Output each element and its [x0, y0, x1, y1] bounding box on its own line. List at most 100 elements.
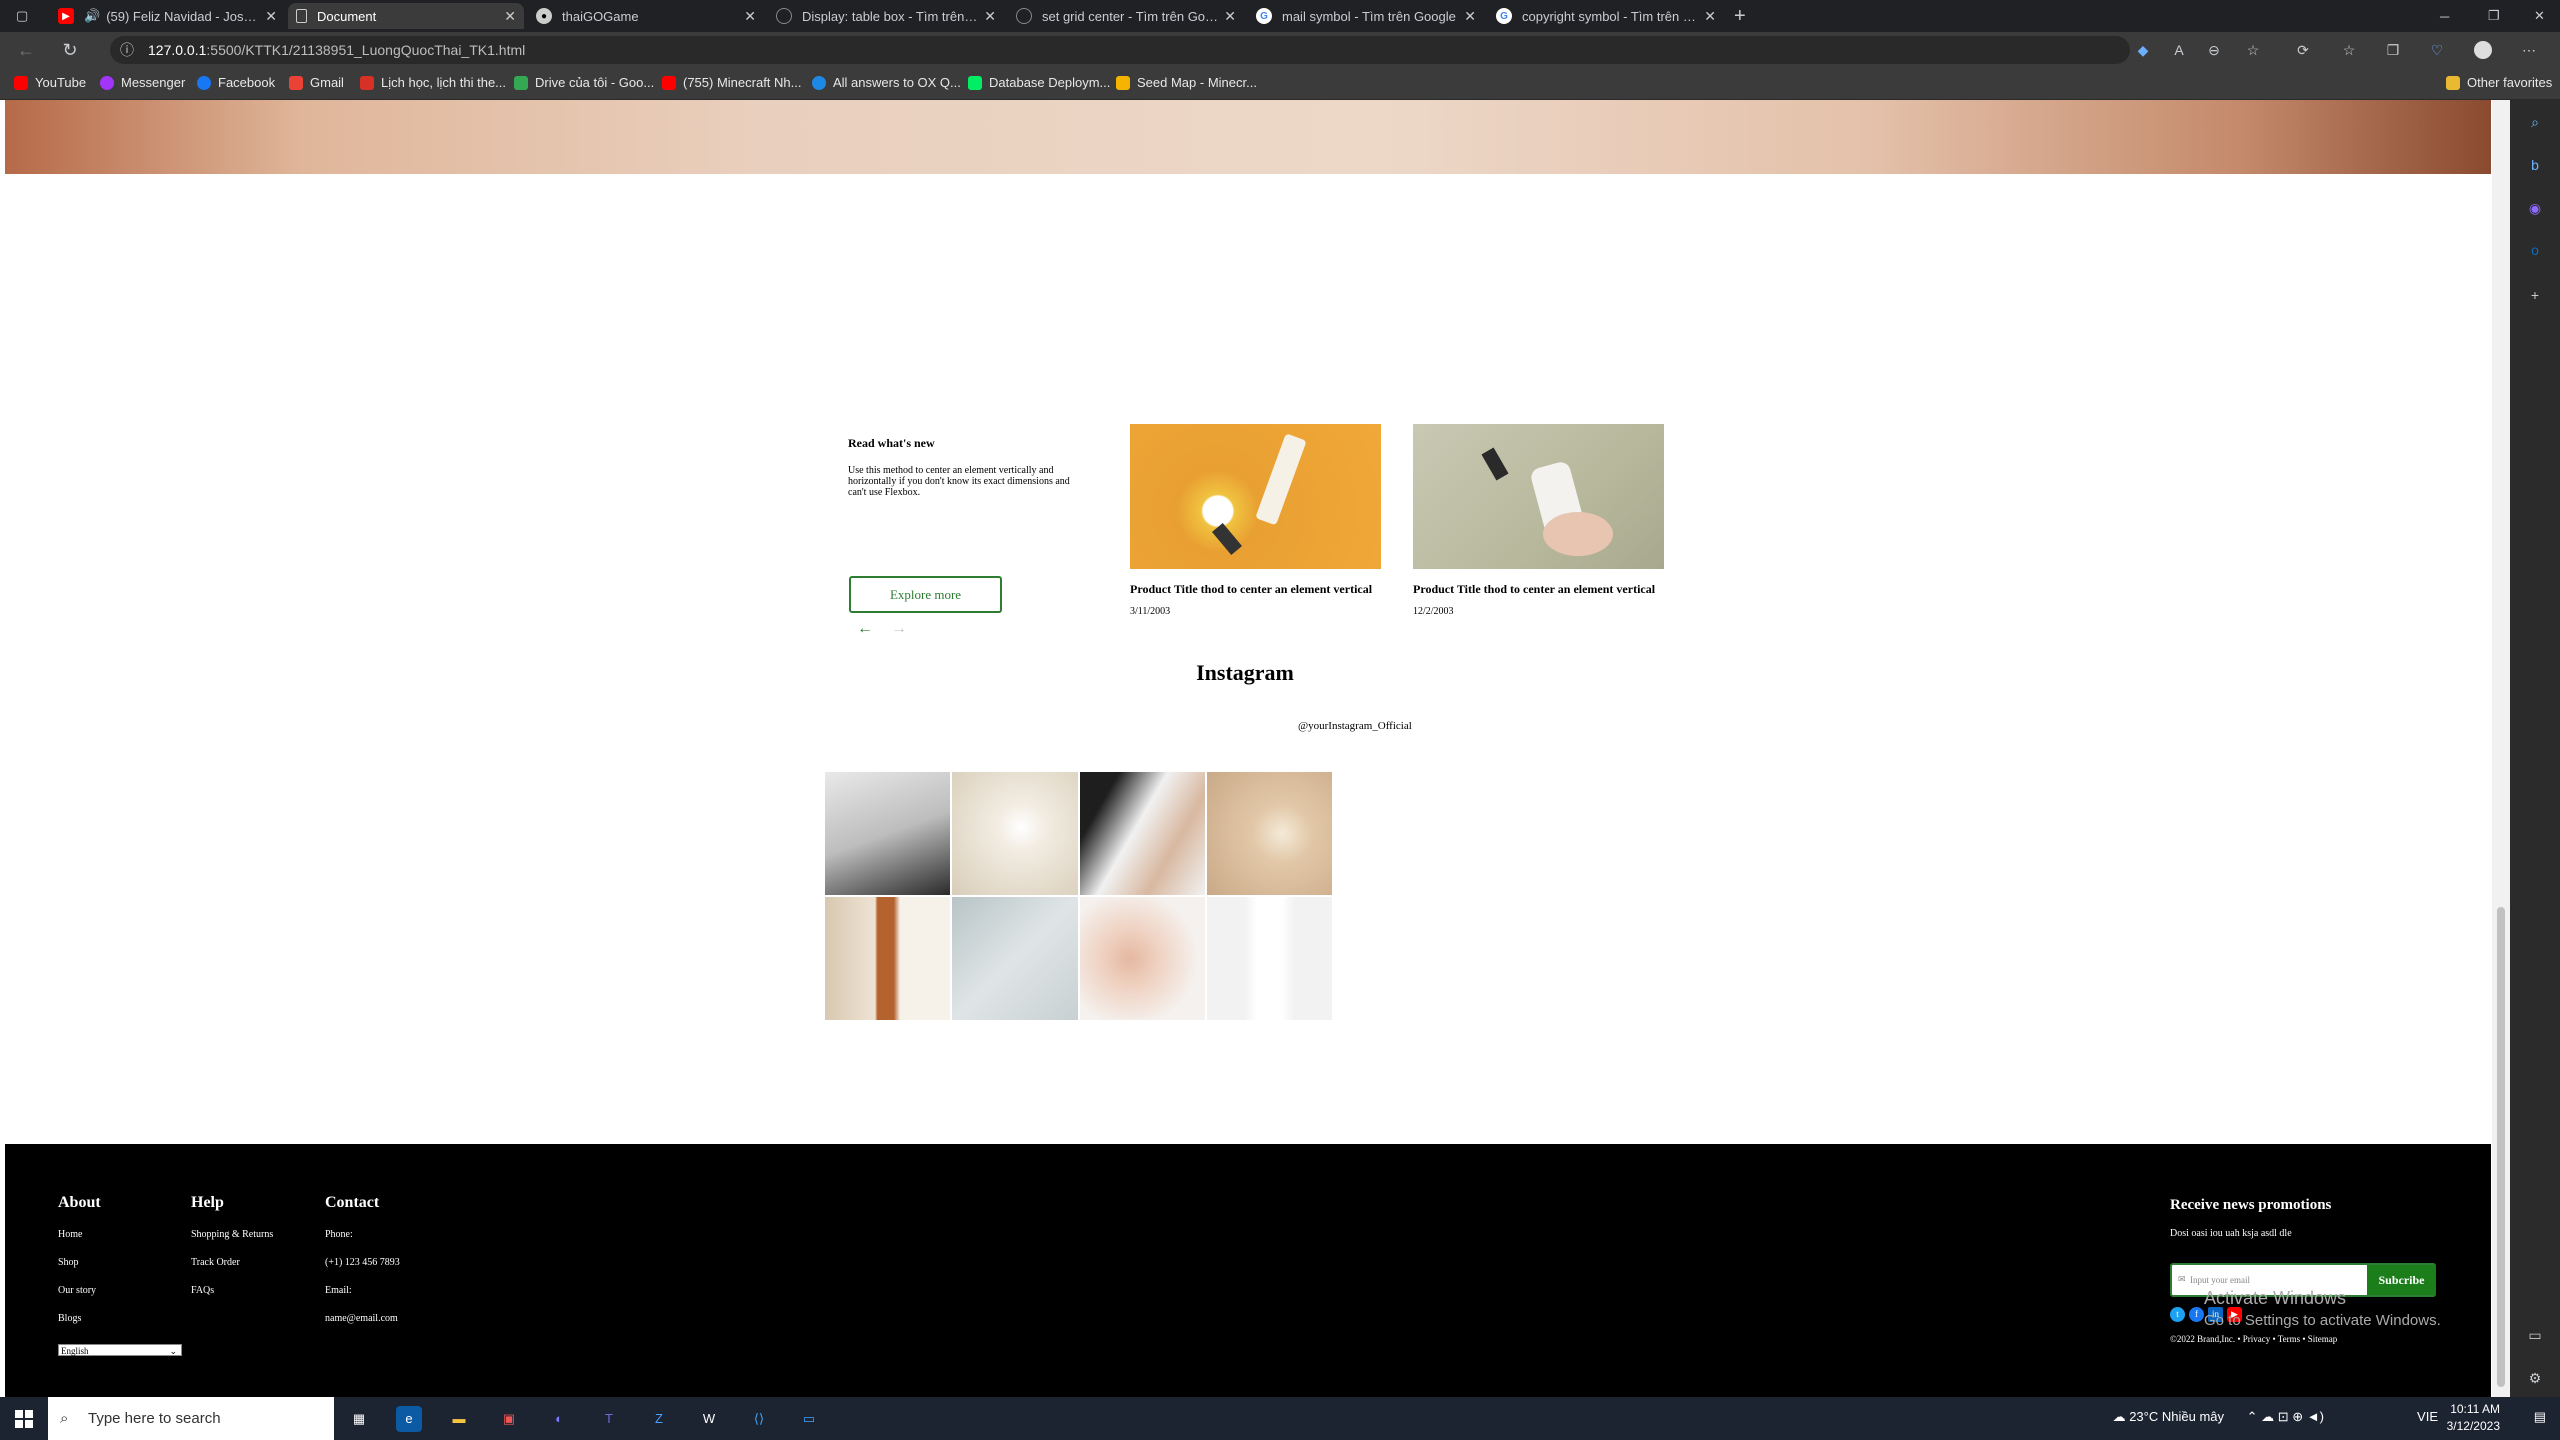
tab-github[interactable]: ● thaiGOGame ✕: [528, 3, 764, 29]
zalo-icon[interactable]: Z: [646, 1406, 672, 1432]
other-favorites[interactable]: Other favorites: [2446, 75, 2552, 90]
facebook-icon[interactable]: f: [2189, 1307, 2204, 1322]
footer-link-faqs[interactable]: FAQs: [191, 1285, 273, 1296]
add-favorite-icon[interactable]: ☆: [2244, 41, 2262, 59]
app-window-icon[interactable]: ▭: [796, 1406, 822, 1432]
instagram-photo[interactable]: [1206, 772, 1332, 895]
tab-search-1[interactable]: Display: table box - Tìm trên Goo ✕: [768, 3, 1004, 29]
close-tab-icon[interactable]: ✕: [1704, 8, 1716, 25]
bing-icon[interactable]: b: [2525, 155, 2545, 175]
extension-icon[interactable]: ◆: [2134, 41, 2152, 59]
extensions-icon[interactable]: ⟳: [2294, 41, 2312, 59]
instagram-photo[interactable]: [1079, 772, 1205, 895]
gear-icon[interactable]: ⚙: [2525, 1368, 2545, 1388]
contact-email-label: Email:: [325, 1285, 352, 1296]
profile-avatar[interactable]: [2474, 41, 2492, 59]
teams-icon[interactable]: T: [596, 1406, 622, 1432]
instagram-photo[interactable]: [1206, 897, 1332, 1020]
outlook-icon[interactable]: o: [2525, 240, 2545, 260]
footer-link-shop[interactable]: Shop: [58, 1257, 101, 1268]
footer-link-blogs[interactable]: Blogs: [58, 1313, 101, 1324]
instagram-photo[interactable]: [952, 772, 1078, 895]
tab-search-2[interactable]: set grid center - Tìm trên Google ✕: [1008, 3, 1244, 29]
tab-youtube[interactable]: ▶ 🔊 (59) Feliz Navidad - Jose Fe ✕: [50, 3, 285, 29]
tab-search-3[interactable]: G mail symbol - Tìm trên Google ✕: [1248, 3, 1484, 29]
speaker-icon[interactable]: 🔊: [84, 8, 100, 24]
footer-link-our-story[interactable]: Our story: [58, 1285, 101, 1296]
footer-link-shopping-returns[interactable]: Shopping & Returns: [191, 1229, 273, 1240]
clock[interactable]: 10:11 AM 3/12/2023: [2447, 1401, 2500, 1435]
split-screen-icon[interactable]: ▭: [2525, 1325, 2545, 1345]
close-tab-icon[interactable]: ✕: [744, 8, 756, 25]
page-scrollbar[interactable]: [2492, 100, 2510, 1397]
tab-document[interactable]: Document ✕: [288, 3, 524, 29]
discord-icon[interactable]: ◐: [546, 1406, 572, 1432]
minimize-icon[interactable]: ─: [2432, 3, 2452, 29]
zoom-out-icon[interactable]: ⊖: [2205, 41, 2223, 59]
new-tab-button[interactable]: +: [1726, 3, 1752, 29]
scrollbar-thumb[interactable]: [2497, 907, 2505, 1387]
bookmark-facebook[interactable]: Facebook: [197, 75, 275, 90]
refresh-icon[interactable]: ↻: [58, 38, 82, 62]
close-tab-icon[interactable]: ✕: [1464, 8, 1476, 25]
close-tab-icon[interactable]: ✕: [504, 8, 516, 25]
tray-icons[interactable]: ⌃ ☁ ⊡ ⊕ ◄): [2247, 1409, 2324, 1425]
back-icon[interactable]: ←: [14, 38, 38, 62]
close-tab-icon[interactable]: ✕: [1224, 8, 1236, 25]
task-view-icon[interactable]: ▦: [346, 1406, 372, 1432]
restore-icon[interactable]: ❐: [2480, 3, 2500, 29]
product-card[interactable]: Product Title thod to center an element …: [1130, 424, 1381, 617]
favorites-icon[interactable]: ☆: [2340, 41, 2358, 59]
app-icon[interactable]: ▣: [496, 1406, 522, 1432]
tab-search-4[interactable]: G copyright symbol - Tìm trên Goo ✕: [1488, 3, 1724, 29]
input-language[interactable]: VIE: [2417, 1409, 2438, 1424]
edge-icon[interactable]: e: [396, 1406, 422, 1432]
twitter-icon[interactable]: t: [2170, 1307, 2185, 1322]
bookmark-ox-answers[interactable]: All answers to OX Q...: [812, 75, 961, 90]
info-icon[interactable]: ⓘ: [120, 36, 134, 64]
notifications-icon[interactable]: ▤: [2534, 1409, 2546, 1425]
contact-email[interactable]: name@email.com: [325, 1313, 400, 1324]
close-window-icon[interactable]: ✕: [2526, 3, 2546, 29]
address-bar[interactable]: ⓘ 127.0.0.1:5500/KTTK1/21138951_LuongQuo…: [110, 36, 2130, 64]
bookmark-drive[interactable]: Drive của tôi - Goo...: [514, 75, 654, 90]
bookmark-gmail[interactable]: Gmail: [289, 75, 344, 90]
tab-actions-button[interactable]: ▢: [8, 3, 38, 29]
search-icon[interactable]: ⌕: [2525, 112, 2545, 132]
messenger-icon: [100, 75, 114, 90]
bookmark-minecraft[interactable]: (755) Minecraft Nh...: [662, 75, 802, 90]
file-explorer-icon[interactable]: ▬: [446, 1406, 472, 1432]
app-w-icon[interactable]: W: [696, 1406, 722, 1432]
weather-widget[interactable]: ☁ 23°C Nhiều mây: [2113, 1409, 2224, 1425]
explore-more-button[interactable]: Explore more: [849, 576, 1002, 613]
instagram-photo[interactable]: [1079, 897, 1205, 1020]
copilot-icon[interactable]: ◉: [2525, 198, 2545, 218]
instagram-photo[interactable]: [825, 772, 951, 895]
arrow-left-icon[interactable]: ←: [857, 620, 873, 638]
instagram-photo[interactable]: [952, 897, 1078, 1020]
taskbar-search[interactable]: ⌕ Type here to search: [48, 1397, 334, 1440]
vscode-icon[interactable]: ⟨⟩: [746, 1406, 772, 1432]
bookmark-seed-map[interactable]: Seed Map - Minecr...: [1116, 75, 1257, 90]
windows-start-icon[interactable]: [15, 1410, 33, 1428]
legal-links[interactable]: ©2022 Brand,Inc. • Privacy • Terms • Sit…: [2170, 1334, 2337, 1344]
language-select[interactable]: English ⌄: [58, 1344, 182, 1356]
footer-link-track-order[interactable]: Track Order: [191, 1257, 273, 1268]
bookmark-youtube[interactable]: YouTube: [14, 75, 86, 90]
product-card[interactable]: Product Title thod to center an element …: [1413, 424, 1664, 617]
instagram-photo[interactable]: [825, 897, 951, 1020]
add-icon[interactable]: +: [2525, 285, 2545, 305]
arrow-right-icon[interactable]: →: [891, 620, 907, 638]
bookmark-database[interactable]: Database Deploym...: [968, 75, 1110, 90]
collections-icon[interactable]: ❐: [2384, 41, 2402, 59]
browser-essentials-icon[interactable]: ♡: [2428, 41, 2446, 59]
subscribe-button[interactable]: Subcribe: [2367, 1265, 2436, 1295]
close-tab-icon[interactable]: ✕: [265, 8, 277, 25]
read-aloud-icon[interactable]: A: [2170, 41, 2188, 59]
close-tab-icon[interactable]: ✕: [984, 8, 996, 25]
bookmark-schedule[interactable]: Lịch học, lịch thi the...: [360, 75, 506, 90]
more-menu-icon[interactable]: ⋯: [2520, 41, 2538, 59]
bookmark-messenger[interactable]: Messenger: [100, 75, 185, 90]
instagram-handle[interactable]: @yourInstagram_Official: [1298, 720, 1412, 732]
footer-link-home[interactable]: Home: [58, 1229, 101, 1240]
